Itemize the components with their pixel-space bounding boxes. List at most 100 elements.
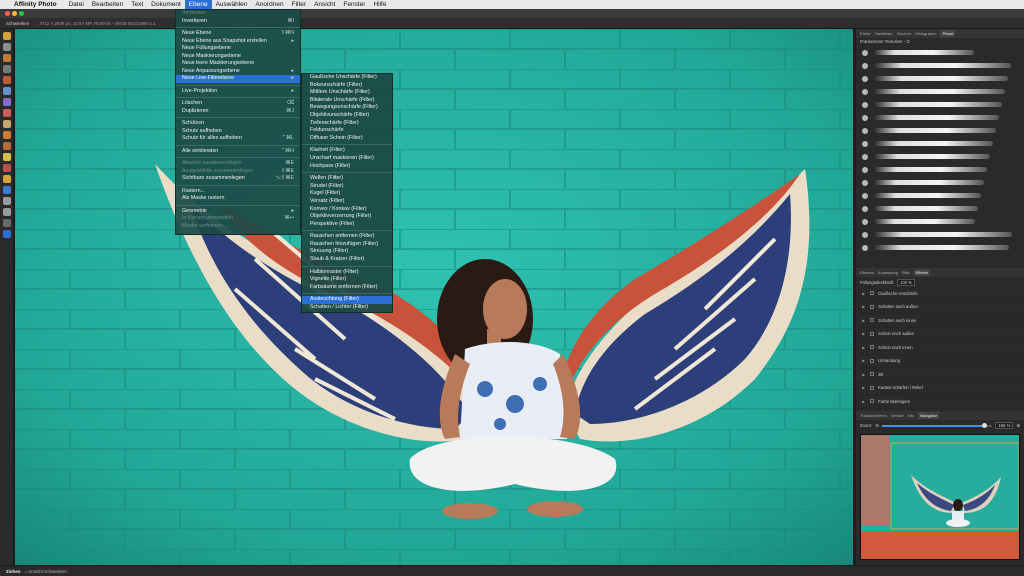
live-filter-item[interactable]: Objektivunschärfe (Filter) — [302, 112, 392, 120]
tab-transformieren[interactable]: Transformieren — [860, 413, 887, 418]
document-canvas[interactable] — [15, 29, 853, 565]
effect-item[interactable]: ▶ Schein nach außen — [856, 328, 1024, 341]
brush-preset[interactable] — [856, 202, 1024, 215]
ebene-menu-item[interactable]: Neue Maskierungsebene — [176, 53, 300, 61]
marquee-tool-icon[interactable] — [3, 87, 11, 95]
ebene-menu-item[interactable]: Schutz aufheben — [176, 128, 300, 136]
effect-checkbox[interactable] — [870, 318, 875, 323]
brush-preset[interactable] — [856, 85, 1024, 98]
menu-ansicht[interactable]: Ansicht — [310, 0, 339, 9]
effect-item[interactable]: ▶ Schatten nach außen — [856, 301, 1024, 314]
live-filter-item[interactable]: Bewegungsunschärfe (Filter) — [302, 104, 392, 112]
close-window-button[interactable] — [5, 11, 10, 16]
effect-checkbox[interactable] — [870, 372, 875, 377]
tab-stile[interactable]: Stile — [902, 270, 910, 275]
menu-bearbeiten[interactable]: Bearbeiten — [88, 0, 127, 9]
ebene-menu-item[interactable]: Neue Live-Filterebene ▸ — [176, 75, 300, 83]
effect-checkbox[interactable] — [870, 399, 875, 404]
ebene-menu-item[interactable]: Schützen — [176, 120, 300, 128]
brush-preset[interactable] — [856, 124, 1024, 137]
text-tool-icon[interactable] — [3, 208, 11, 216]
effect-checkbox[interactable] — [870, 345, 875, 350]
live-filter-item[interactable]: Vignette (Filter) — [302, 276, 392, 284]
tab-effekte[interactable]: Effekte — [913, 269, 930, 276]
foreground-color-icon[interactable] — [3, 230, 11, 238]
flood-fill-tool-icon[interactable] — [3, 98, 11, 106]
zoom-in-icon[interactable]: ⊕ — [1016, 423, 1020, 429]
brush-preset[interactable] — [856, 241, 1024, 254]
zoom-slider[interactable] — [881, 422, 993, 428]
red-eye-tool-icon[interactable] — [3, 175, 11, 183]
menu-text[interactable]: Text — [127, 0, 147, 9]
pen-tool-icon[interactable] — [3, 197, 11, 205]
brush-preset[interactable] — [856, 228, 1024, 241]
effect-item[interactable]: ▶ Schein nach innen — [856, 341, 1024, 355]
expand-arrow-icon[interactable]: ▶ — [862, 372, 865, 377]
menu-ebene[interactable]: Ebene — [184, 0, 212, 9]
live-filter-item[interactable]: Kugel (Filter) — [302, 190, 392, 198]
expand-arrow-icon[interactable]: ▶ — [862, 318, 865, 323]
color-picker-tool-icon[interactable] — [3, 54, 11, 62]
ebene-menu-item[interactable]: Neue Anpassungsebene ▸ — [176, 68, 300, 76]
live-filter-item[interactable]: Diffuser Schein (Filter) — [302, 135, 392, 143]
healing-tool-icon[interactable] — [3, 164, 11, 172]
menu-fenster[interactable]: Fenster — [339, 0, 369, 9]
effect-item[interactable]: ▶ Schatten nach innen — [856, 314, 1024, 328]
live-filter-item[interactable]: Objektivverzerrung (Filter) — [302, 213, 392, 221]
tab-histogramm[interactable]: Histogramm — [915, 31, 937, 36]
effect-checkbox[interactable] — [870, 358, 875, 363]
ebene-menu-item[interactable]: Neue leere Maskierungsebene — [176, 60, 300, 68]
view-tool-icon[interactable] — [3, 32, 11, 40]
ebene-menu-item[interactable]: Als Maske rastern — [176, 195, 300, 203]
brush-preset[interactable] — [856, 189, 1024, 202]
tab-verlauf[interactable]: Verlauf — [891, 413, 903, 418]
ebene-menu-item[interactable]: Neue Ebene ⇧⌘N — [176, 30, 300, 38]
live-filter-item[interactable]: Perspektive (Filter) — [302, 221, 392, 229]
selection-brush-tool-icon[interactable] — [3, 76, 11, 84]
tab-navigator[interactable]: Navigator — [918, 411, 940, 419]
zoom-value[interactable]: 166 % — [995, 422, 1014, 429]
brush-preset[interactable] — [856, 137, 1024, 150]
ebene-menu-item[interactable]: Duplizieren ⌘J — [176, 108, 300, 116]
live-filter-item[interactable]: Hochpass (Filter) — [302, 163, 392, 171]
live-filter-item[interactable]: Farbsäume entfernen (Filter) — [302, 284, 392, 292]
dodge-tool-icon[interactable] — [3, 142, 11, 150]
ebene-menu-item[interactable]: Löschen ⌫ — [176, 100, 300, 108]
ebene-menu-item[interactable]: Neue Ebene aus Snapshot erstellen ▸ — [176, 38, 300, 46]
live-filter-item[interactable]: Unscharf maskieren (Filter) — [302, 155, 392, 163]
live-filter-item[interactable]: Versatz (Filter) — [302, 198, 392, 206]
tab-farbfelder[interactable]: Farbfelder — [874, 31, 892, 36]
tab-zeichen[interactable]: Zeichen — [897, 31, 911, 36]
live-filter-item[interactable]: Gaußsche Unschärfe (Filter) — [302, 74, 392, 82]
menu-anordnen[interactable]: Anordnen — [251, 0, 287, 9]
live-filter-item[interactable]: Staub & Kratzer (Filter) — [302, 256, 392, 264]
brush-preset[interactable] — [856, 150, 1024, 163]
fill-opacity-input[interactable]: 100 % — [896, 278, 915, 286]
tab-ebenen[interactable]: Ebenen — [860, 270, 874, 275]
brush-preset[interactable] — [856, 111, 1024, 124]
live-filter-item[interactable]: Mittlere Unschärfe (Filter) — [302, 89, 392, 97]
ebene-menu-item[interactable]: Rastern... — [176, 188, 300, 196]
brush-preset[interactable] — [856, 163, 1024, 176]
ebene-menu-item[interactable]: Alle einblenden ⌃⌘H — [176, 148, 300, 156]
tab-farbe[interactable]: Farbe — [860, 31, 870, 36]
brush-preset[interactable] — [856, 98, 1024, 111]
live-filter-item[interactable]: Schatten / Lichter (Filter) — [302, 304, 392, 312]
navigator-preview[interactable] — [860, 433, 1020, 560]
brush-category[interactable]: Frankentoon Texturizer - G — [856, 38, 1024, 46]
ebene-menu-item[interactable]: Live-Projektion ▸ — [176, 88, 300, 96]
minimize-window-button[interactable] — [12, 11, 17, 16]
shape-tool-icon[interactable] — [3, 186, 11, 194]
brush-preset[interactable] — [856, 176, 1024, 189]
expand-arrow-icon[interactable]: ▶ — [862, 399, 865, 404]
effect-item[interactable]: ▶ Kanten schärfen / Relief — [856, 382, 1024, 395]
live-filter-item[interactable]: Tiefenschärfe (Filter) — [302, 120, 392, 128]
erase-tool-icon[interactable] — [3, 131, 11, 139]
expand-arrow-icon[interactable]: ▶ — [862, 345, 865, 350]
brush-preset[interactable] — [856, 46, 1024, 59]
effect-checkbox[interactable] — [870, 385, 875, 390]
effect-item[interactable]: ▶ Umrandung — [856, 355, 1024, 368]
live-filter-item[interactable]: Feldunschärfe — [302, 127, 392, 135]
brush-preset[interactable] — [856, 215, 1024, 228]
expand-arrow-icon[interactable]: ▶ — [862, 291, 865, 296]
